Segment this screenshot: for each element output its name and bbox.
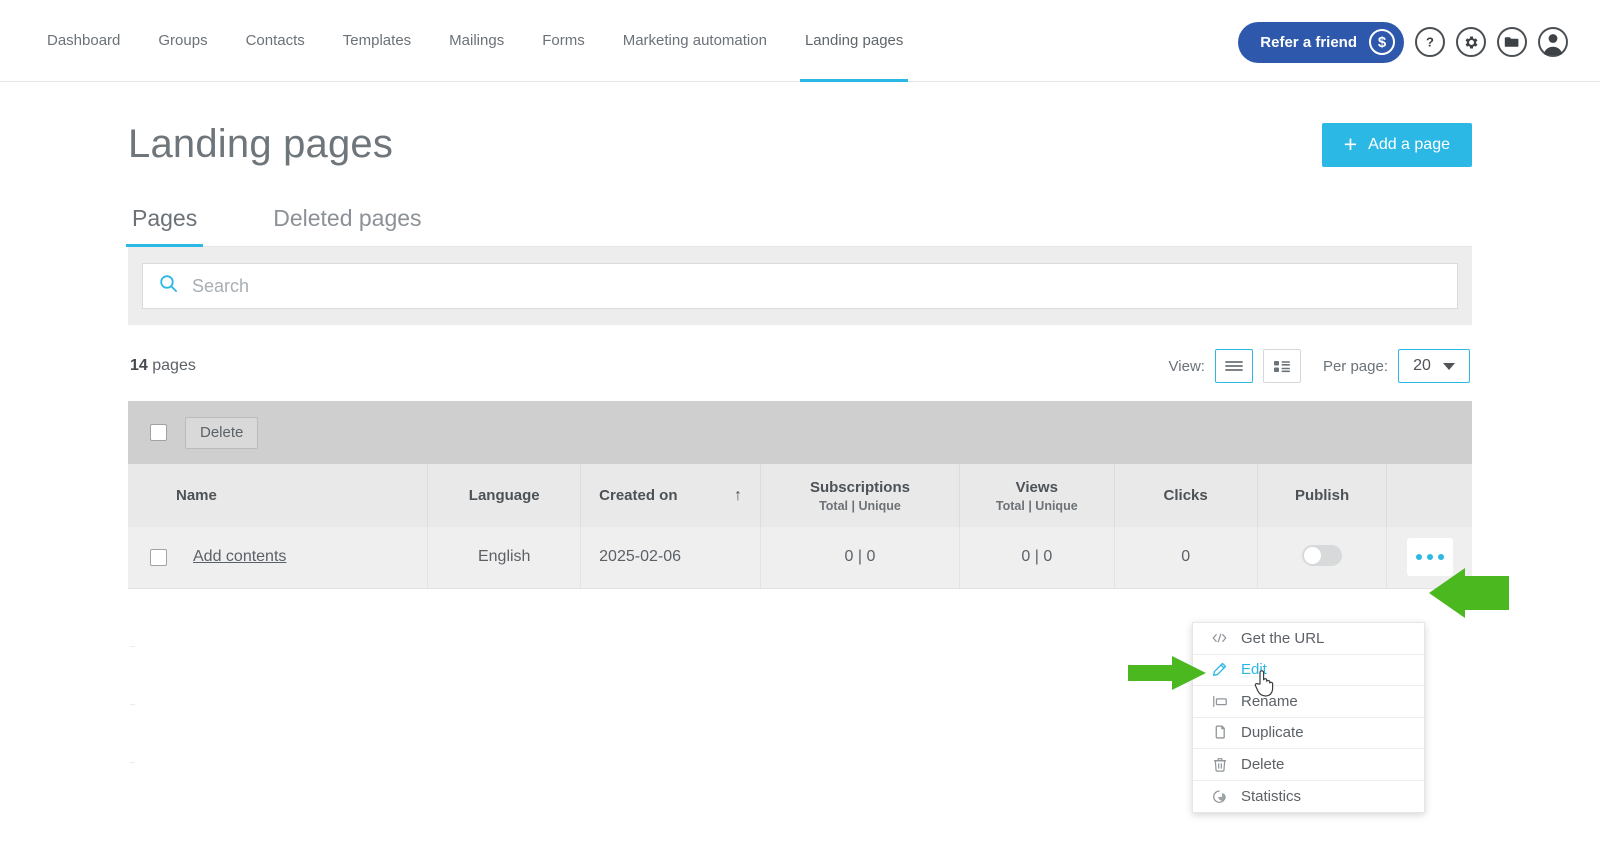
nav-item-marketing-automation[interactable]: Marketing automation xyxy=(604,0,786,82)
gear-icon[interactable] xyxy=(1456,27,1486,57)
sort-ascending-icon: ↑ xyxy=(734,486,743,504)
page-name-link[interactable]: Add contents xyxy=(193,548,286,566)
column-header-actions xyxy=(1386,464,1472,527)
table-header-row: Name Language Created on ↑ Subscriptions… xyxy=(128,464,1472,527)
page-header: Landing pages + Add a page xyxy=(128,82,1472,167)
page-count: 14 pages xyxy=(130,357,196,375)
menu-item-edit[interactable]: Edit xyxy=(1193,655,1424,686)
rename-tag-icon xyxy=(1211,695,1228,708)
tab-pages[interactable]: Pages xyxy=(125,205,204,247)
mouse-cursor xyxy=(1254,670,1274,697)
svg-text:?: ? xyxy=(1426,35,1434,50)
plus-icon: + xyxy=(1343,131,1358,157)
bulk-delete-button[interactable]: Delete xyxy=(185,416,259,449)
nav-item-landing-pages[interactable]: Landing pages xyxy=(786,0,922,82)
view-label: View: xyxy=(1168,357,1205,375)
cell-views: 0 | 0 xyxy=(959,527,1115,589)
nav-item-mailings[interactable]: Mailings xyxy=(430,0,523,82)
page-title: Landing pages xyxy=(128,122,394,166)
column-header-created-on[interactable]: Created on ↑ xyxy=(580,464,762,527)
column-header-language[interactable]: Language xyxy=(427,464,582,527)
code-icon xyxy=(1211,632,1228,644)
nav-item-groups[interactable]: Groups xyxy=(139,0,226,82)
search-icon xyxy=(159,274,178,298)
trash-icon xyxy=(1211,757,1228,772)
select-all-checkbox[interactable] xyxy=(150,424,167,441)
column-header-created-on-label: Created on xyxy=(599,486,678,504)
menu-item-duplicate-label: Duplicate xyxy=(1241,724,1304,742)
cell-created-on: 2025-02-06 xyxy=(580,527,762,589)
row-select-checkbox[interactable] xyxy=(150,548,167,566)
menu-item-delete[interactable]: Delete xyxy=(1193,749,1424,781)
arrow-pointing-to-actions-menu xyxy=(1429,568,1509,618)
column-header-clicks[interactable]: Clicks xyxy=(1114,464,1258,527)
column-header-views[interactable]: Views Total | Unique xyxy=(959,464,1115,527)
column-header-name[interactable]: Name xyxy=(128,464,429,527)
search-box[interactable] xyxy=(142,263,1458,309)
dollar-circle-icon: $ xyxy=(1369,29,1395,55)
menu-item-delete-label: Delete xyxy=(1241,755,1285,773)
pages-table-element: Name Language Created on ↑ Subscriptions… xyxy=(128,464,1472,589)
menu-item-statistics-label: Statistics xyxy=(1241,787,1302,805)
nav-item-contacts[interactable]: Contacts xyxy=(227,0,324,82)
nav-items: Dashboard Groups Contacts Templates Mail… xyxy=(28,0,922,82)
nav-right-actions: Refer a friend $ ? xyxy=(1238,0,1568,82)
tab-deleted-pages[interactable]: Deleted pages xyxy=(269,205,425,246)
column-header-subscriptions[interactable]: Subscriptions Total | Unique xyxy=(760,464,960,527)
column-header-publish[interactable]: Publish xyxy=(1257,464,1388,527)
per-page-select[interactable]: 20 xyxy=(1398,349,1470,383)
add-a-page-button[interactable]: + Add a page xyxy=(1321,122,1472,167)
list-view-icon[interactable] xyxy=(1214,349,1253,383)
question-mark-icon[interactable]: ? xyxy=(1415,27,1445,57)
cell-subscriptions: 0 | 0 xyxy=(760,527,960,589)
column-header-views-sub: Total | Unique xyxy=(995,498,1078,513)
table-row: Add contents English 2025-02-06 0 | 0 0 … xyxy=(128,527,1472,589)
pie-chart-icon xyxy=(1211,789,1228,804)
cell-name: Add contents xyxy=(128,527,429,589)
row-actions-menu: Get the URL Edit Rename Duplicate Delete… xyxy=(1192,622,1425,813)
folder-icon[interactable] xyxy=(1497,27,1527,57)
duplicate-icon xyxy=(1211,725,1228,740)
page-count-word: pages xyxy=(152,357,196,374)
refer-a-friend-label: Refer a friend xyxy=(1260,33,1357,51)
per-page-value: 20 xyxy=(1413,357,1431,374)
menu-item-get-the-url[interactable]: Get the URL xyxy=(1193,623,1424,655)
cell-publish xyxy=(1257,527,1388,589)
nav-item-dashboard[interactable]: Dashboard xyxy=(28,0,139,82)
list-controls: 14 pages View: Per page: 20 xyxy=(128,325,1472,401)
search-input[interactable] xyxy=(190,274,1441,298)
chevron-down-icon xyxy=(1442,362,1455,370)
menu-item-statistics[interactable]: Statistics xyxy=(1193,781,1424,813)
column-header-views-label: Views xyxy=(1015,478,1058,496)
page-count-number: 14 xyxy=(130,357,148,374)
menu-item-duplicate[interactable]: Duplicate xyxy=(1193,718,1424,749)
refer-a-friend-button[interactable]: Refer a friend $ xyxy=(1238,21,1404,63)
pencil-icon xyxy=(1211,662,1228,677)
table-toolbar: Delete xyxy=(128,401,1472,464)
menu-item-rename[interactable]: Rename xyxy=(1193,686,1424,718)
column-header-subscriptions-label: Subscriptions xyxy=(809,478,910,496)
nav-item-forms[interactable]: Forms xyxy=(523,0,604,82)
publish-toggle[interactable] xyxy=(1302,545,1343,567)
column-header-subscriptions-sub: Total | Unique xyxy=(819,498,901,513)
cell-clicks: 0 xyxy=(1114,527,1258,589)
arrow-pointing-to-edit-item xyxy=(1128,656,1206,690)
view-controls: View: Per page: 20 xyxy=(1169,349,1470,383)
menu-item-get-the-url-label: Get the URL xyxy=(1241,629,1325,647)
search-band xyxy=(128,247,1472,325)
per-page-label: Per page: xyxy=(1322,357,1388,375)
table-head: Name Language Created on ↑ Subscriptions… xyxy=(128,464,1472,527)
cell-language: English xyxy=(427,527,582,589)
add-a-page-label: Add a page xyxy=(1368,135,1450,153)
nav-item-templates[interactable]: Templates xyxy=(324,0,430,82)
top-navigation-bar: Dashboard Groups Contacts Templates Mail… xyxy=(0,0,1600,82)
table-body: Add contents English 2025-02-06 0 | 0 0 … xyxy=(128,527,1472,589)
tab-bar: Pages Deleted pages xyxy=(125,205,1472,247)
user-avatar-icon[interactable] xyxy=(1538,27,1568,57)
grid-view-icon[interactable] xyxy=(1262,349,1301,383)
